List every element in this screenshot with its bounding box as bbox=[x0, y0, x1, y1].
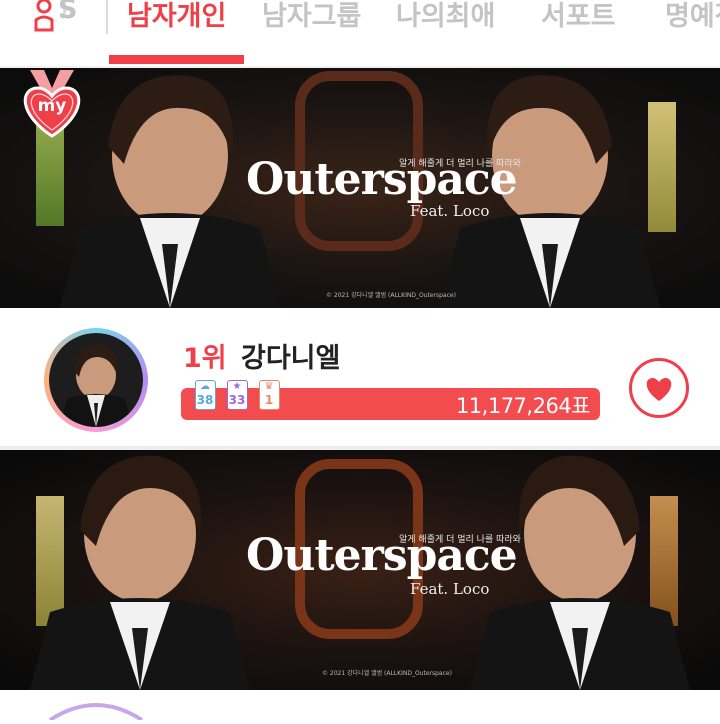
angel-badge: ☁ 38 bbox=[195, 380, 216, 410]
tab-separator bbox=[106, 0, 108, 34]
star-badge: ★ 33 bbox=[227, 380, 248, 410]
avatar[interactable] bbox=[44, 328, 148, 432]
angel-badge-count: 38 bbox=[196, 393, 214, 407]
vote-heart-button[interactable] bbox=[629, 358, 689, 418]
banner-top-feat: Feat. Loco bbox=[410, 202, 490, 220]
star-badge-count: 33 bbox=[228, 393, 246, 407]
next-row-partial bbox=[0, 690, 720, 722]
rank-number: 1위 bbox=[183, 343, 227, 374]
tab-male-solo[interactable]: 남자개인 bbox=[127, 0, 226, 33]
banner-top-title: Outerspace bbox=[246, 154, 518, 205]
heart-icon bbox=[646, 377, 672, 401]
banner-bottom-copyright: © 2021 강다니엘 앨범 (ALLKIND_Outerspace) bbox=[322, 670, 452, 677]
tab-support[interactable]: 서포트 bbox=[541, 0, 616, 33]
banner-bottom-title: Outerspace bbox=[246, 530, 518, 581]
banner-bottom-feat: Feat. Loco bbox=[410, 580, 490, 598]
vote-count: 11,177,264표 bbox=[455, 394, 591, 418]
tab-hall-of-fame[interactable]: 명예전당 bbox=[665, 0, 720, 33]
angel-icon: ☁ bbox=[200, 381, 210, 392]
active-tab-indicator bbox=[109, 55, 244, 64]
tab-partial-left[interactable]: S bbox=[58, 0, 77, 25]
artist-name: 강다니엘 bbox=[241, 343, 341, 374]
banner-top-copyright: © 2021 강다니엘 앨범 (ALLKIND_Outerspace) bbox=[326, 292, 456, 299]
top-tab-bar: S 남자개인 남자그룹 나의최애 서포트 명예전당 bbox=[0, 0, 720, 68]
banner-top[interactable]: 알게 해줄게 더 멀리 나를 따라와 Outerspace Feat. Loco… bbox=[0, 68, 720, 308]
my-badge-label: my bbox=[37, 96, 67, 116]
star-icon: ★ bbox=[232, 381, 242, 392]
tab-my-favorite[interactable]: 나의최애 bbox=[396, 0, 495, 33]
crown-badge-count: 1 bbox=[264, 393, 274, 407]
next-avatar-ring bbox=[48, 703, 144, 722]
crown-badge: ♛ 1 bbox=[259, 380, 280, 410]
heart-medal-icon[interactable]: my bbox=[22, 70, 82, 138]
crown-icon: ♛ bbox=[264, 381, 274, 392]
tab-male-group[interactable]: 남자그룹 bbox=[262, 0, 361, 33]
banner-bottom[interactable]: 알게 해줄게 더 멀리 나를 따라와 Outerspace Feat. Loco… bbox=[0, 450, 720, 690]
ranking-row[interactable]: 1위 강다니엘 11,177,264표 ☁ 38 ★ 33 ♛ 1 bbox=[0, 308, 720, 450]
avatar-image bbox=[49, 333, 143, 427]
